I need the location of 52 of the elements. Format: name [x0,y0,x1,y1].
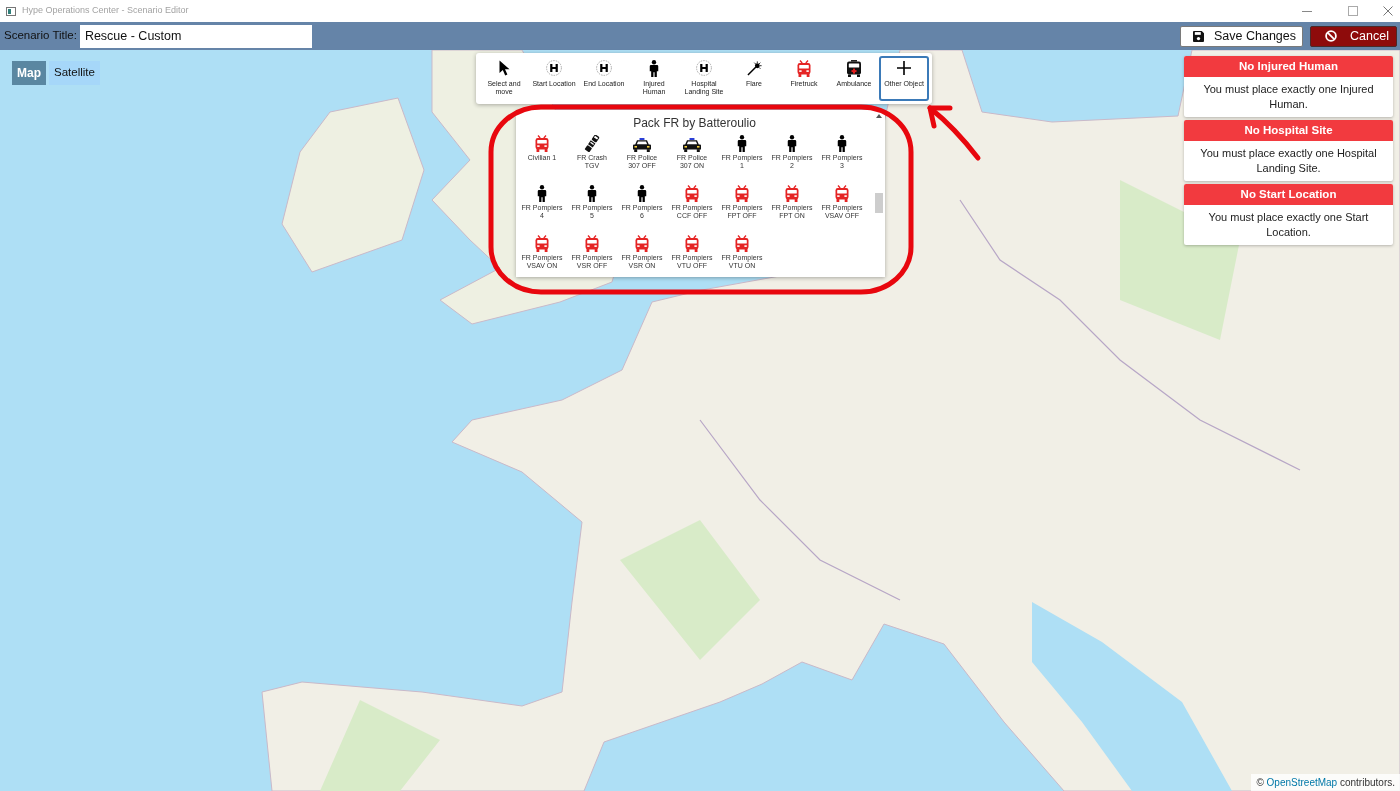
popup-title: Pack FR by Batteroulio [633,115,756,131]
person-icon [587,185,597,202]
firetruck-icon [734,185,750,202]
scrollbar-thumb[interactable] [875,193,883,213]
firetruck-icon [784,185,800,202]
firetruck-icon [684,235,700,252]
validation-title: No Start Location [1184,184,1393,205]
save-button[interactable]: Save Changes [1180,25,1303,47]
firetruck-icon [584,235,600,252]
firetruck-icon [534,135,550,152]
person-icon [787,135,797,152]
ban-icon [1325,30,1337,42]
window-title: Hype Operations Center - Scenario Editor [22,4,189,18]
helipad-icon [696,60,712,76]
validation-title: No Injured Human [1184,56,1393,77]
firetruck-icon [734,235,750,252]
validation-message: You must place exactly one Hospital Landing Site. [1199,146,1378,176]
flare-icon [746,60,762,76]
openstreetmap-link[interactable]: OpenStreetMap [1266,777,1338,788]
scenario-title-field[interactable]: Rescue - Custom [79,24,312,48]
maximize-icon[interactable] [1348,6,1358,16]
helipad-icon [546,60,562,76]
validation-message: You must place exactly one Start Location. [1207,210,1370,240]
person-icon [537,185,547,202]
cursor-icon [498,60,510,76]
validation-title: No Hospital Site [1184,120,1393,141]
minimize-icon[interactable] [1302,10,1312,12]
ambulance-icon [846,59,862,77]
police-car-icon [633,138,651,152]
person-icon [837,135,847,152]
scroll-up-icon[interactable] [876,114,882,118]
cancel-button[interactable]: Cancel [1310,25,1397,47]
person-icon [737,135,747,152]
close-icon[interactable] [1383,6,1393,16]
train-icon [584,135,600,152]
scenario-title-label: Scenario Title: [4,28,77,44]
firetruck-icon [796,59,812,77]
firetruck-icon [684,185,700,202]
plus-icon [897,61,911,75]
map-type-tab[interactable]: Map [12,61,46,85]
firetruck-icon [534,235,550,252]
validation-message: You must place exactly one Injured Human. [1202,82,1375,112]
firetruck-icon [834,185,850,202]
person-icon [637,185,647,202]
annotation-arrow [927,105,981,161]
firetruck-icon [634,235,650,252]
police-car-icon [683,138,701,152]
helipad-icon [596,60,612,76]
map-type-tab[interactable]: Satellite [49,61,100,85]
map-attribution: © OpenStreetMap contributors. [1251,774,1400,791]
app-icon [6,6,16,16]
person-icon [649,59,659,77]
